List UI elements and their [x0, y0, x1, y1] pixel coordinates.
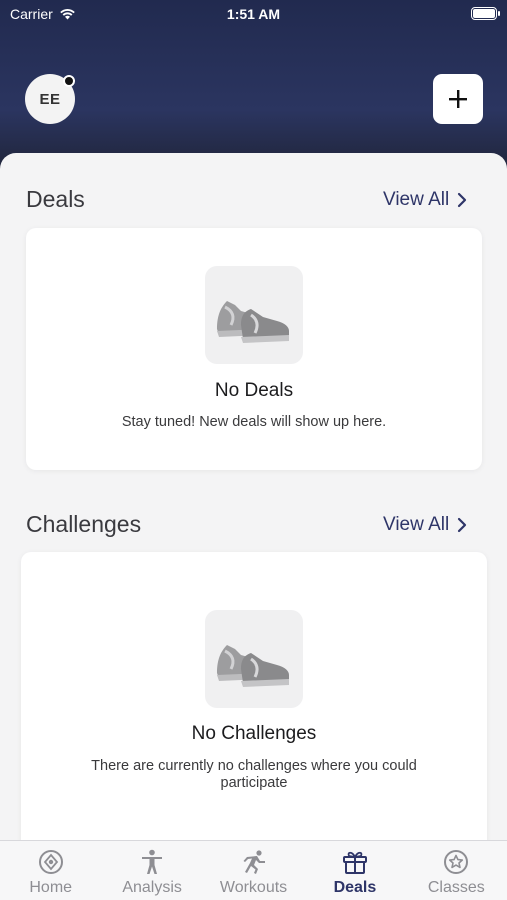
challenges-view-all-link[interactable]: View All — [383, 514, 467, 536]
deals-view-all-link[interactable]: View All — [383, 189, 467, 211]
tab-workouts-label: Workouts — [219, 879, 288, 896]
target-icon — [38, 850, 63, 874]
person-icon — [142, 849, 163, 874]
sneakers-icon — [205, 610, 303, 708]
star-circle-icon — [444, 850, 469, 874]
chevron-right-icon — [458, 517, 467, 533]
tab-home[interactable]: Home — [0, 841, 101, 900]
challenges-empty-subtitle: There are currently no challenges where … — [91, 758, 417, 791]
chevron-right-icon — [458, 192, 467, 208]
tab-classes-label: Classes — [427, 879, 485, 896]
gift-icon — [342, 851, 367, 874]
avatar[interactable]: EE — [25, 74, 75, 124]
challenges-view-all-label: View All — [383, 514, 450, 535]
tab-workouts[interactable]: Workouts — [203, 841, 304, 900]
plus-icon — [449, 90, 467, 108]
deals-view-all-label: View All — [383, 189, 450, 210]
challenges-empty-title: No Challenges — [191, 723, 317, 744]
tab-classes[interactable]: Classes — [406, 841, 507, 900]
deals-empty-subtitle: Stay tuned! New deals will show up here. — [121, 414, 387, 430]
tab-bar: Home Analysis Workouts Deals Classes — [0, 840, 507, 900]
deals-title: Deals — [26, 186, 85, 212]
status-bar: Carrier 1:51 AM — [0, 0, 507, 28]
challenges-card: No Challenges There are currently no cha… — [21, 552, 487, 852]
tab-analysis-label: Analysis — [122, 879, 182, 896]
avatar-initials: EE — [39, 90, 61, 108]
notification-dot — [63, 75, 75, 87]
deals-empty-title: No Deals — [214, 380, 294, 401]
status-time: 1:51 AM — [226, 6, 281, 22]
tab-analysis[interactable]: Analysis — [101, 841, 202, 900]
running-icon — [243, 850, 265, 874]
sneakers-icon — [205, 266, 303, 364]
battery-icon — [471, 7, 500, 20]
tab-deals-label: Deals — [333, 879, 377, 896]
add-button[interactable] — [433, 74, 483, 124]
deals-card: No Deals Stay tuned! New deals will show… — [26, 228, 482, 470]
tab-deals[interactable]: Deals — [304, 841, 405, 900]
tab-home-label: Home — [29, 879, 73, 896]
challenges-title: Challenges — [26, 511, 142, 537]
